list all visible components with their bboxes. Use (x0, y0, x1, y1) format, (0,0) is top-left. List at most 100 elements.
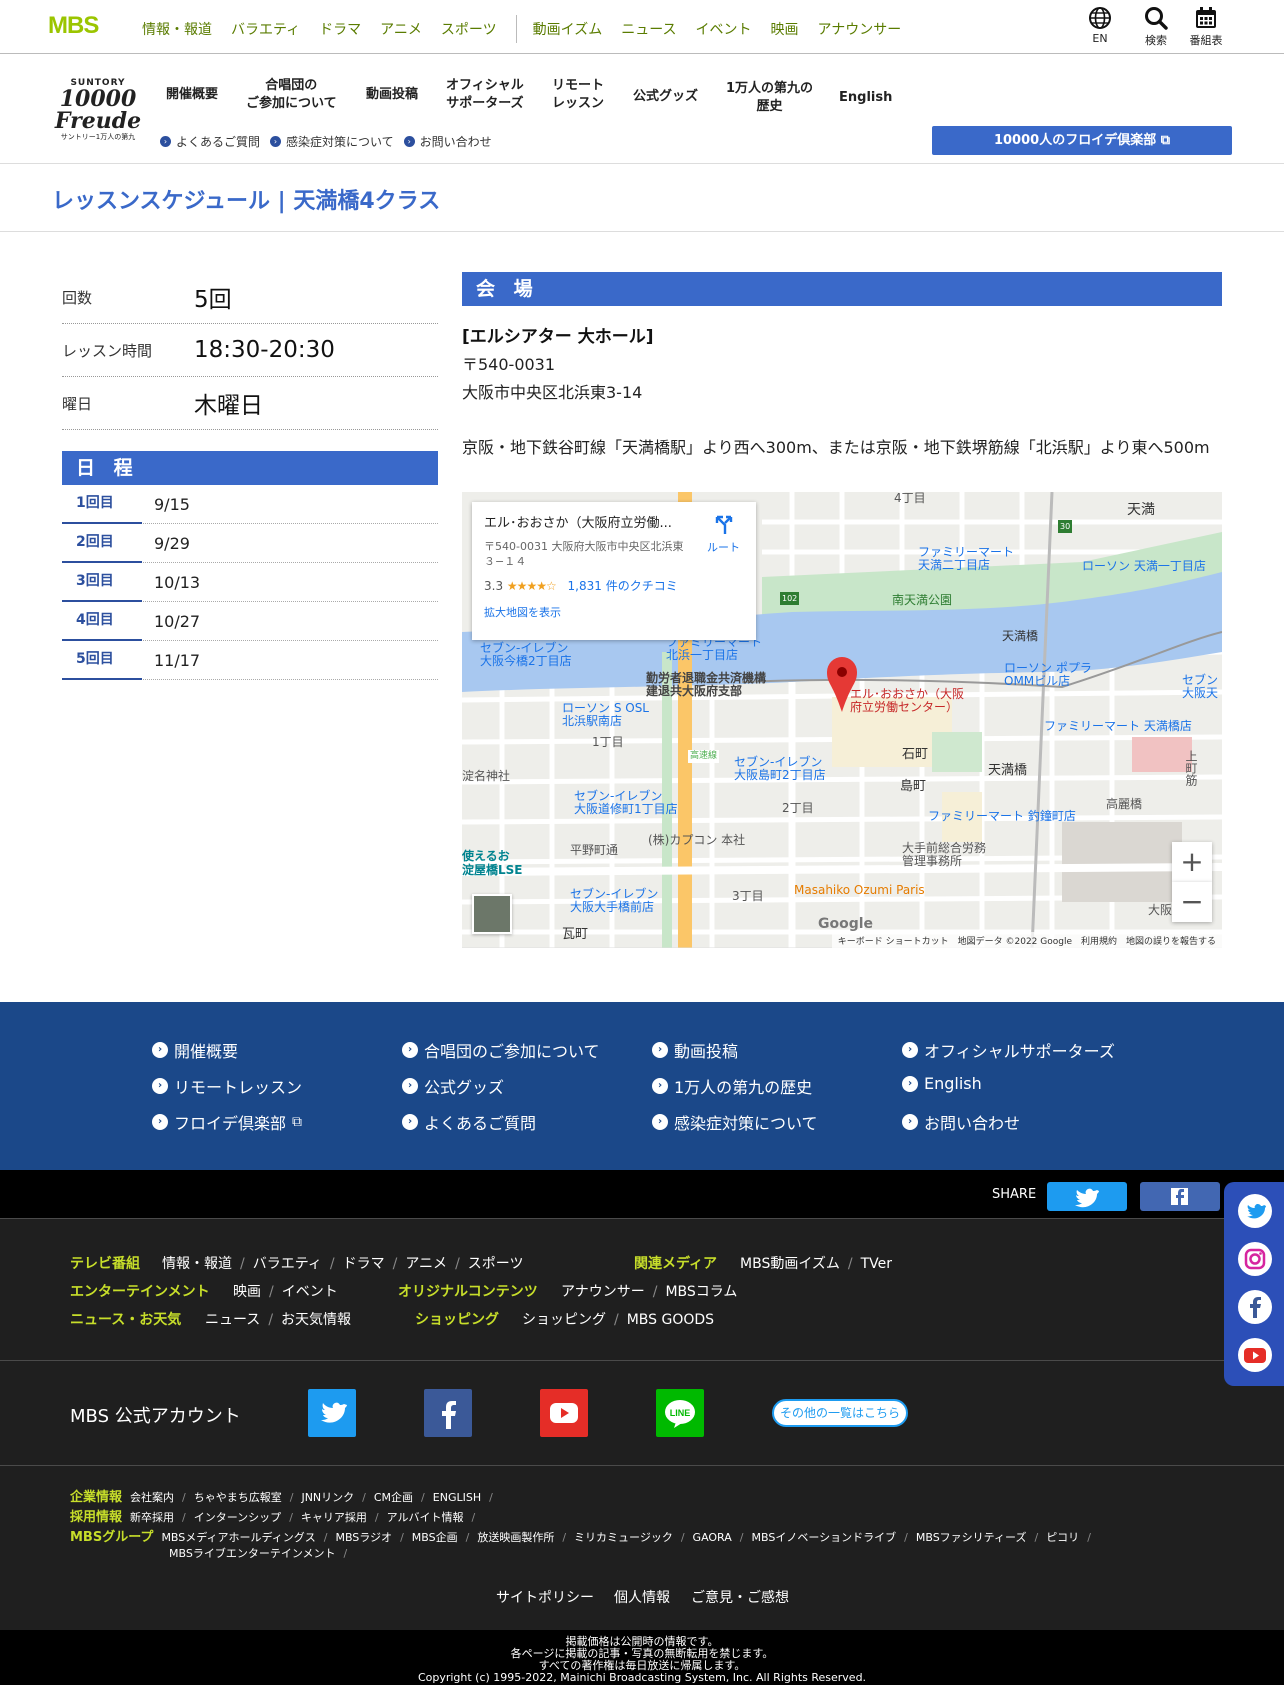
map-poi-office[interactable]: 大手前総合労務 管理事務所 (902, 842, 986, 868)
map-label-station[interactable]: 天満橋 (988, 764, 1027, 777)
footer-link[interactable]: ENGLISH (433, 1491, 481, 1504)
footer-link[interactable]: ミリカミュージック (574, 1531, 673, 1544)
mbs-youtube-link[interactable] (540, 1389, 588, 1437)
footer-link[interactable]: JNNリンク (301, 1491, 354, 1504)
footer-link[interactable]: MBSイノベーションドライブ (752, 1531, 897, 1544)
footer-link-overview[interactable]: › 開催概要 (152, 1038, 238, 1062)
nav-official-goods[interactable]: 公式グッズ (633, 88, 698, 106)
subnav-infection[interactable]: › 感染症対策について (270, 133, 394, 150)
mbs-nav-dougaism[interactable]: 動画イズム (533, 19, 603, 39)
nav-history[interactable]: 1万人の第九の 歴史 (726, 80, 813, 116)
zoom-in-button[interactable]: + (1172, 842, 1212, 882)
footer-link-choir[interactable]: › 合唱団のご参加について (402, 1038, 600, 1062)
float-youtube-link[interactable] (1238, 1338, 1272, 1372)
share-facebook-button[interactable] (1140, 1182, 1220, 1211)
footer-link[interactable]: 会社案内 (130, 1491, 174, 1504)
footer-link[interactable]: ショッピング / MBS GOODS (522, 1309, 714, 1329)
nav-video-post[interactable]: 動画投稿 (366, 86, 418, 104)
footer-link-history[interactable]: › 1万人の第九の歴史 (652, 1074, 812, 1098)
map-poi-store[interactable]: セブン 大阪天 (1182, 674, 1218, 700)
map-poi-store[interactable]: ローソン ポプラ OMMビル店 (1004, 662, 1092, 688)
footer-link-remote[interactable]: › リモートレッスン (152, 1074, 302, 1098)
footer-link-faq[interactable]: › よくあるご質問 (402, 1110, 536, 1134)
footer-link[interactable]: MBS動画イズム / TVer (740, 1253, 892, 1273)
map-label-station[interactable]: 天満橋 (1002, 630, 1038, 643)
footer-link-supporters[interactable]: › オフィシャルサポーターズ (902, 1038, 1115, 1062)
mbs-nav-drama[interactable]: ドラマ (319, 19, 361, 39)
nav-official-supporters[interactable]: オフィシャル サポーターズ (446, 77, 524, 113)
footer-link[interactable]: ちゃやまち広報室 (194, 1491, 282, 1504)
map-poi-store[interactable]: ファミリーマート 釣鐘町店 (928, 810, 1076, 823)
other-accounts-button[interactable]: その他の一覧はこちら (772, 1399, 908, 1427)
footer-link-english[interactable]: › English (902, 1074, 982, 1093)
mbs-logo[interactable]: MBS (48, 14, 120, 38)
footer-link[interactable]: GAORA (693, 1531, 732, 1544)
map-poi-store[interactable]: セブン‐イレブン 大阪島町2丁目店 (734, 756, 826, 782)
share-twitter-button[interactable] (1047, 1182, 1127, 1211)
nav-overview[interactable]: 開催概要 (166, 86, 218, 104)
map-poi-store[interactable]: ローソン S OSL 北浜駅南店 (562, 702, 649, 728)
footer-link[interactable]: 映画 / イベント (233, 1281, 338, 1301)
footer-link[interactable]: 情報・報道 / バラエティ / ドラマ / アニメ / スポーツ (162, 1253, 524, 1273)
footer-link[interactable]: キャリア採用 (301, 1511, 367, 1524)
footer-link[interactable]: MBSファシリティーズ (916, 1531, 1027, 1544)
float-twitter-link[interactable] (1238, 1194, 1272, 1228)
nav-choir-participation[interactable]: 合唱団の ご参加について (246, 77, 337, 113)
mbs-nav-newsflash[interactable]: ニュース (621, 19, 676, 39)
satellite-toggle[interactable] (472, 894, 512, 934)
feedback-link[interactable]: ご意見・ご感想 (691, 1587, 789, 1607)
language-switch[interactable]: EN (1075, 4, 1125, 45)
mbs-nav-anime[interactable]: アニメ (380, 19, 422, 39)
subnav-faq[interactable]: › よくあるご質問 (160, 133, 260, 150)
site-policy-link[interactable]: サイトポリシー (496, 1587, 594, 1607)
footer-link[interactable]: CM企画 (374, 1491, 413, 1504)
map-poi-company[interactable]: (株)カプコン 本社 (648, 834, 745, 847)
map-poi-store[interactable]: セブン‐イレブン 大阪大手橋前店 (570, 888, 658, 914)
mbs-nav-sports[interactable]: スポーツ (441, 19, 497, 39)
map-label-venue-pin[interactable]: エル･おおさか（大阪 府立労働センター） (850, 688, 964, 714)
footer-link[interactable]: ニュース / お天気情報 (205, 1309, 351, 1329)
footer-link[interactable]: ピコリ (1046, 1531, 1079, 1544)
larger-map-link[interactable]: 拡大地図を表示 (484, 604, 744, 620)
footer-link[interactable]: 放送映画製作所 (477, 1531, 554, 1544)
privacy-link[interactable]: 個人情報 (614, 1587, 670, 1607)
float-instagram-link[interactable] (1238, 1242, 1272, 1276)
footer-link-goods[interactable]: › 公式グッズ (402, 1074, 504, 1098)
search-button[interactable]: 検索 (1131, 4, 1181, 48)
map-poi-store[interactable]: ローソン 天満一丁目店 (1082, 560, 1206, 573)
reviews-link[interactable]: 1,831 件のクチコミ (568, 579, 678, 593)
mbs-nav-news[interactable]: 情報・報道 (142, 19, 212, 39)
mbs-nav-announcer[interactable]: アナウンサー (818, 19, 902, 39)
map-poi-park[interactable]: 南天満公園 (892, 594, 952, 607)
nav-remote-lesson[interactable]: リモート レッスン (552, 77, 604, 113)
zoom-out-button[interactable]: − (1172, 882, 1212, 922)
float-facebook-link[interactable] (1238, 1290, 1272, 1324)
map-poi-store[interactable]: セブン‐イレブン 大阪道修町1丁目店 (574, 790, 678, 816)
footer-link[interactable]: インターンシップ (194, 1511, 281, 1524)
footer-link-video[interactable]: › 動画投稿 (652, 1038, 738, 1062)
map-poi-store[interactable]: セブン‐イレブン 大阪今橋2丁目店 (480, 642, 572, 668)
map-poi-building[interactable]: 使えるお (462, 850, 510, 863)
footer-link[interactable]: MBSメディアホールディングス (161, 1531, 315, 1544)
freude-club-button[interactable]: 10000人のフロイデ倶楽部 ⧉ (932, 126, 1232, 155)
footer-link-infection[interactable]: › 感染症対策について (652, 1110, 818, 1134)
footer-link[interactable]: アルバイト情報 (387, 1511, 464, 1524)
footer-link[interactable]: アナウンサー / MBSコラム (561, 1281, 737, 1301)
freude-logo[interactable]: SUNTORY 10000 Freude サントリー1万人の第九 (52, 78, 144, 141)
map-poi-building[interactable]: 淀屋橋LSE (462, 864, 523, 877)
mbs-nav-variety[interactable]: バラエティ (231, 19, 300, 39)
footer-link[interactable]: MBSライブエンターテインメント (169, 1547, 336, 1560)
map-poi-office[interactable]: 勤労者退職金共済機構 建退共大阪府支部 (646, 672, 766, 698)
nav-english[interactable]: English (839, 89, 892, 107)
map-poi-store[interactable]: ファミリーマート 天満橋店 (1044, 720, 1192, 733)
subnav-contact[interactable]: › お問い合わせ (403, 133, 492, 150)
footer-link-club[interactable]: › フロイデ倶楽部 ⧉ (152, 1110, 302, 1134)
mbs-line-link[interactable]: LINE (656, 1389, 704, 1437)
map-attribution[interactable]: キーボード ショートカット 地図データ ©2022 Google 利用規約 地図… (831, 932, 1222, 948)
map-poi-restaurant[interactable]: Masahiko Ozumi Paris (794, 884, 925, 897)
route-button[interactable]: ルート (707, 514, 740, 555)
google-map[interactable]: エル･おおさか（大阪 府立労働センター） 天満 ファミリーマート 天満二丁目店 ロー… (462, 492, 1222, 948)
footer-link[interactable]: MBS企画 (412, 1531, 458, 1544)
footer-link[interactable]: MBSラジオ (335, 1531, 392, 1544)
footer-link[interactable]: 新卒採用 (130, 1511, 174, 1524)
